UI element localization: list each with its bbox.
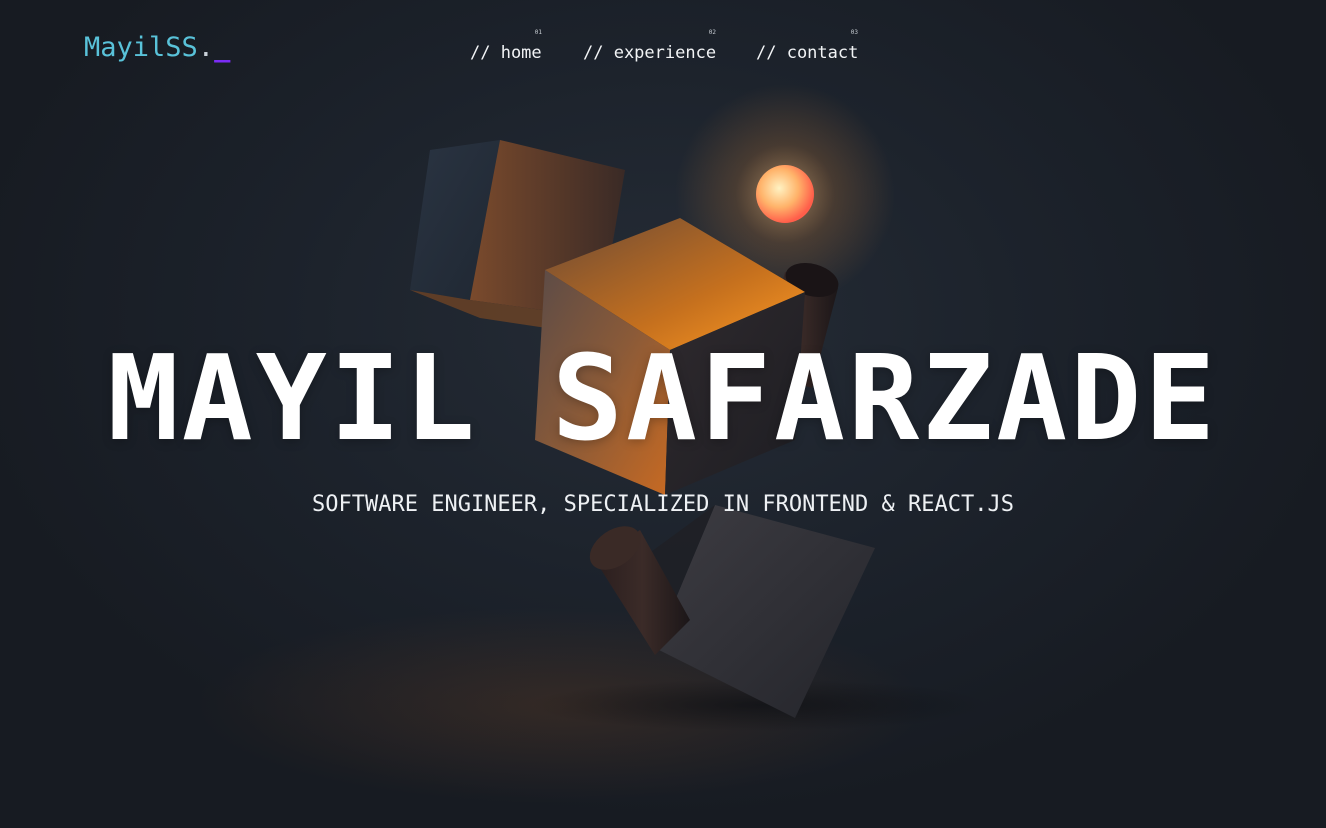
nav-link-contact[interactable]: 03 // contact	[756, 30, 858, 70]
hero-name: MAYIL SAFARZADE	[107, 329, 1219, 467]
glowing-sphere	[756, 165, 814, 223]
page: MayilSS._ 01 // home 02 // experience 03…	[0, 0, 1326, 828]
main-nav: 01 // home 02 // experience 03 // contac…	[0, 30, 1326, 70]
nav-link-home[interactable]: 01 // home	[470, 30, 542, 70]
nav-label: // home	[470, 43, 542, 63]
hero-tagline: SOFTWARE ENGINEER, SPECIALIZED IN FRONTE…	[312, 492, 1014, 517]
nav-number: 01	[534, 29, 542, 36]
nav-label: // contact	[756, 43, 859, 63]
nav-number: 03	[850, 29, 858, 36]
nav-number: 02	[708, 29, 716, 36]
nav-label: // experience	[583, 43, 717, 63]
nav-link-experience[interactable]: 02 // experience	[583, 30, 716, 70]
